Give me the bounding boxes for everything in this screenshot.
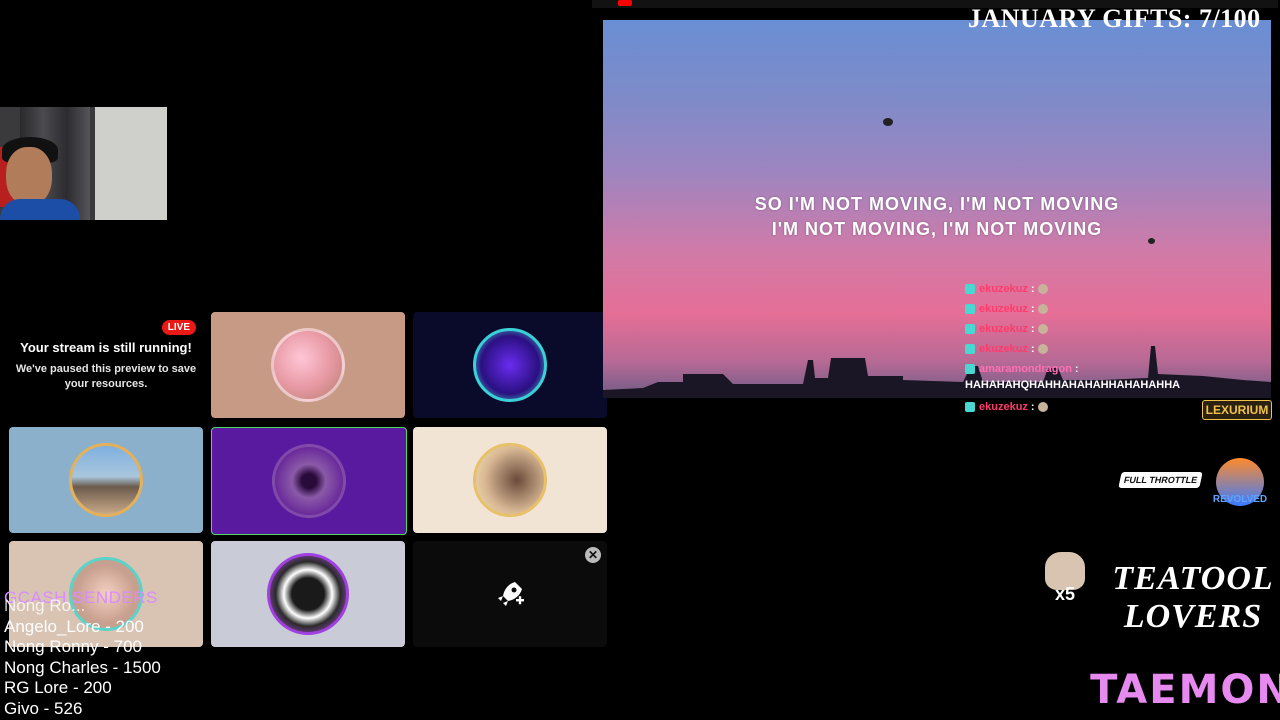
badge-icon	[965, 344, 975, 354]
revolved-city-logo: REVOLVED	[1212, 450, 1268, 512]
bird-icon	[883, 118, 893, 126]
emote-icon	[1037, 284, 1048, 294]
chat-username: ekuzekuz	[979, 343, 1028, 355]
sender-entry: Angelo_Lore - 200	[4, 616, 144, 636]
sender-entry: RG Lore - 200	[4, 678, 112, 697]
webcam-feed	[0, 107, 167, 220]
emote-icon	[1037, 324, 1048, 334]
sender-entry: Nong Ronny - 700	[4, 637, 142, 656]
full-throttle-logo: FULL THROTTLE	[1118, 455, 1204, 505]
teatool-lovers-logo: TEATOOL LOVERS	[1110, 548, 1276, 648]
chat-message: ekuzekuz :	[965, 299, 1265, 319]
live-badge: LIVE	[161, 320, 196, 335]
lexurium-logo: LEXURIUM	[1201, 380, 1273, 440]
badge-icon	[965, 402, 975, 412]
avatar	[271, 328, 345, 402]
source-tile-1[interactable]	[211, 312, 405, 418]
add-source-button[interactable]: ✕	[413, 541, 607, 647]
chat-message: ekuzekuz :	[965, 339, 1265, 359]
chat-message: ekuzekuz :	[965, 279, 1265, 299]
source-tile-3[interactable]	[9, 427, 203, 533]
gcash-senders-panel: GCASH SENDERS Nong Ro... Angelo_Lore - 2…	[4, 588, 244, 719]
lexurium-text: LEXURIUM	[1201, 400, 1273, 420]
chat-message: amaramondragon :	[965, 359, 1265, 379]
close-icon[interactable]: ✕	[585, 547, 601, 563]
avatar	[69, 443, 143, 517]
full-throttle-text: FULL THROTTLE	[1118, 472, 1204, 488]
sender-entry: Givo - 526	[4, 698, 83, 718]
teatool-line: LOVERS	[1123, 598, 1263, 635]
chat-username: ekuzekuz	[979, 283, 1028, 295]
avatar	[272, 444, 346, 518]
chat-username: amaramondragon	[979, 363, 1072, 375]
avatar	[267, 553, 349, 635]
rocket-plus-icon	[498, 582, 524, 606]
avatar	[473, 443, 547, 517]
source-tile-5[interactable]	[413, 427, 607, 533]
chat-message: ekuzekuz :	[965, 319, 1265, 339]
chat-username: ekuzekuz	[979, 401, 1028, 413]
lyrics-line: SO I'M NOT MOVING, I'M NOT MOVING	[754, 194, 1120, 214]
paused-title: Your stream is still running!	[20, 340, 192, 355]
cat-emote-multiplier: x5	[1040, 548, 1090, 608]
avatar	[473, 328, 547, 402]
sender-entry: Nong Ro...	[4, 596, 86, 615]
chat-username: ekuzekuz	[979, 323, 1028, 335]
emote-icon	[1037, 304, 1048, 314]
emote-icon	[1037, 344, 1048, 354]
lyrics: SO I'M NOT MOVING, I'M NOT MOVING I'M NO…	[603, 192, 1271, 242]
source-tile-4[interactable]	[211, 427, 407, 535]
multiplier-text: x5	[1054, 583, 1076, 604]
chat-username: ekuzekuz	[979, 303, 1028, 315]
badge-icon	[965, 304, 975, 314]
emote-icon	[1037, 402, 1048, 412]
teatool-line: TEATOOL	[1112, 560, 1274, 597]
lyrics-line: I'M NOT MOVING, I'M NOT MOVING	[771, 219, 1103, 239]
taemon-logo: TAEMON	[1090, 667, 1280, 713]
badge-icon	[965, 364, 975, 374]
gifts-counter: JANUARY GIFTS: 7/100	[968, 4, 1261, 33]
badge-icon	[965, 284, 975, 294]
source-tile-2[interactable]	[413, 312, 607, 418]
stream-paused-card: LIVE Your stream is still running! We've…	[8, 312, 204, 418]
paused-description: We've paused this preview to save your r…	[15, 363, 197, 390]
badge-icon	[965, 324, 975, 334]
youtube-logo-icon	[618, 0, 632, 6]
sender-entry: Nong Charles - 1500	[4, 657, 161, 677]
revolved-text: REVOLVED	[1212, 493, 1268, 505]
